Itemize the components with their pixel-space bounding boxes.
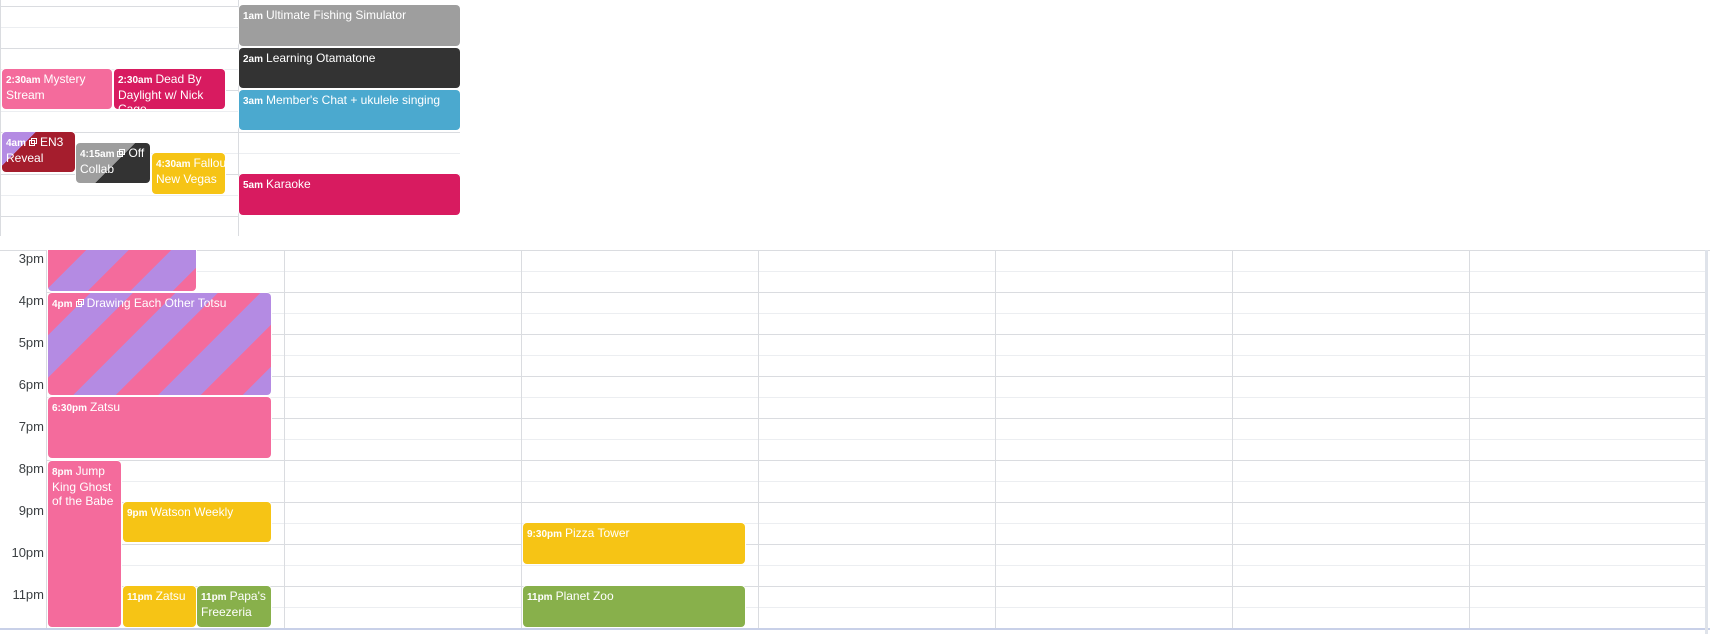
calendar-event[interactable]: 8pm Jump King Ghost of the Babe: [48, 461, 121, 627]
event-time: 11pm: [527, 592, 553, 603]
event-title: Learning Otamatone: [266, 51, 376, 65]
copy-icon: [117, 149, 126, 157]
hour-label: 6pm: [18, 377, 44, 392]
event-title: Zatsu: [155, 589, 186, 603]
event-time: 2:30am: [6, 75, 41, 86]
event-time: 2am: [243, 54, 264, 65]
grid-line: [46, 523, 1706, 524]
event-title: Watson Weekly: [150, 505, 234, 519]
grid-line: [46, 376, 1706, 377]
hour-label: 3pm: [18, 251, 44, 266]
hour-label: 9pm: [18, 503, 44, 518]
column-divider: [0, 0, 1, 236]
column-divider: [521, 250, 522, 628]
grid-line: [46, 271, 1706, 272]
event-time: 5am: [243, 180, 264, 191]
grid-line: [0, 216, 238, 217]
top-calendar-pane: 1am Ultimate Fishing Simulator 2am Learnin…: [0, 0, 460, 236]
grid-line: [46, 607, 1706, 608]
column-divider: [1232, 250, 1233, 628]
grid-line: [46, 565, 1706, 566]
grid-line: [46, 313, 1706, 314]
calendar-event[interactable]: 9:30pm Pizza Tower: [523, 523, 745, 564]
hour-label: 5pm: [18, 335, 44, 350]
event-time: 3am: [243, 96, 264, 107]
calendar-event[interactable]: 3am Member's Chat + ukulele singing: [239, 90, 460, 130]
event-time: 8pm: [52, 467, 73, 478]
copy-icon: [29, 138, 38, 146]
event-time: 11pm: [127, 592, 153, 603]
event-time: 9pm: [127, 508, 148, 519]
event-time: 4pm: [52, 299, 73, 310]
calendar-event[interactable]: 9pm Watson Weekly: [123, 502, 271, 542]
calendar-event[interactable]: 11pm Planet Zoo: [523, 586, 745, 627]
column-divider: [1469, 250, 1470, 628]
event-title: Planet Zoo: [555, 589, 614, 603]
calendar-event[interactable]: 2:30am Mystery Stream: [2, 69, 112, 109]
calendar-event[interactable]: 2:30am Dead By Daylight w/ Nick Cage: [114, 69, 225, 109]
calendar-event[interactable]: 1am Ultimate Fishing Simulator: [239, 5, 460, 46]
calendar-event[interactable]: 11pm Papa's Freezeria: [197, 586, 271, 627]
event-title: Zatsu: [90, 400, 121, 414]
calendar-event[interactable]: 4am EN3 Reveal: [2, 132, 75, 172]
hour-label: 11pm: [12, 587, 44, 602]
grid-line: [46, 418, 1706, 419]
calendar-event[interactable]: 6:30pm Zatsu: [48, 397, 271, 458]
grid-line: [46, 334, 1706, 335]
grid-line: [46, 502, 1706, 503]
grid-line: [0, 6, 238, 7]
column-divider: [46, 250, 47, 628]
calendar-event[interactable]: 4:30amFallout: New Vegas: [152, 153, 225, 194]
hour-label: 4pm: [18, 293, 44, 308]
event-time: 4:30am: [156, 159, 191, 170]
copy-icon: [75, 299, 84, 307]
grid-line: [46, 439, 1706, 440]
grid-line: [0, 27, 238, 28]
event-title: Karaoke: [266, 177, 311, 191]
week-calendar-grid: 3pm 4pm 5pm 6pm 7pm 8pm 9pm 10pm 11pm 4p…: [0, 250, 1710, 634]
column-divider: [995, 250, 996, 628]
event-title: Member's Chat + ukulele singing: [266, 93, 441, 107]
event-time: 4:15am: [80, 149, 115, 160]
grid-line: [46, 397, 1706, 398]
calendar-event[interactable]: 11pm Zatsu: [123, 586, 196, 627]
calendar-event[interactable]: 4pm Drawing Each Other Totsu: [48, 293, 271, 395]
grid-line: [46, 292, 1706, 293]
event-title: Ultimate Fishing Simulator: [266, 8, 407, 22]
grid-line: [46, 460, 1706, 461]
calendar-event[interactable]: 5am Karaoke: [239, 174, 460, 215]
grid-line: [46, 481, 1706, 482]
hour-label: 7pm: [18, 419, 44, 434]
grid-line: [0, 48, 238, 49]
event-title: Pizza Tower: [565, 526, 630, 540]
event-time: 2:30am: [118, 75, 153, 86]
grid-bottom-border: [0, 628, 1710, 630]
event-time: 11pm: [201, 592, 227, 603]
event-time: 9:30pm: [527, 529, 563, 540]
calendar-event[interactable]: [48, 250, 196, 291]
grid-line: [46, 544, 1706, 545]
column-divider: [284, 250, 285, 628]
scrollbar-track[interactable]: [1705, 250, 1708, 634]
event-title: Drawing Each Other Totsu: [86, 296, 227, 310]
column-divider: [758, 250, 759, 628]
event-time: 6:30pm: [52, 403, 88, 414]
grid-line: [46, 586, 1706, 587]
calendar-event[interactable]: 2am Learning Otamatone: [239, 48, 460, 88]
grid-line: [0, 250, 1710, 251]
event-time: 4am: [6, 138, 27, 149]
calendar-event[interactable]: 4:15am Off Collab: [76, 143, 150, 183]
hour-label: 10pm: [11, 545, 44, 560]
grid-line: [0, 195, 238, 196]
hour-label: 8pm: [18, 461, 44, 476]
event-time: 1am: [243, 11, 264, 22]
grid-line: [46, 355, 1706, 356]
